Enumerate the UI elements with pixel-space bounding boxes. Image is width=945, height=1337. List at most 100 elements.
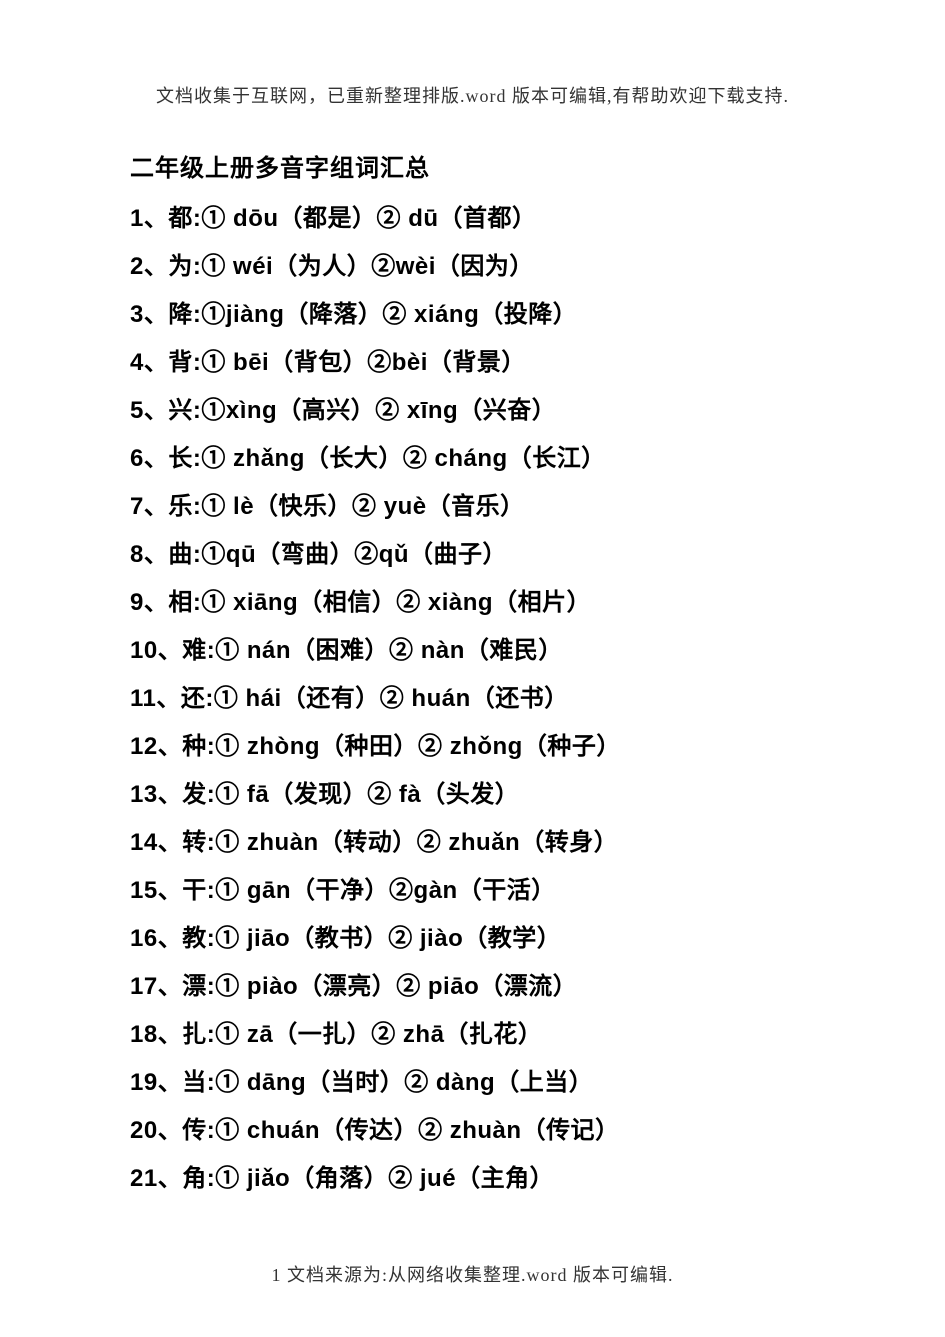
word-two: 曲子 [434,541,483,568]
word-two: 漂流 [504,973,553,1000]
entry-number: 3 [130,301,144,328]
entry-character: 都 [168,205,193,232]
circled-one-icon: ① [215,1069,240,1096]
pinyin-one: gān [247,877,291,904]
circled-two-icon: ② [352,493,377,520]
word-one: 快乐 [279,493,328,520]
circled-one-icon: ① [214,685,239,712]
word-one: 相信 [323,589,372,616]
pinyin-one: jiāo [247,925,290,952]
entry-character: 当 [182,1069,207,1096]
pinyin-one: qū [226,541,256,568]
word-two: 首都 [463,205,512,232]
entry-character: 传 [182,1117,207,1144]
circled-two-icon: ② [404,1069,429,1096]
circled-two-icon: ② [418,1117,443,1144]
circled-two-icon: ② [367,781,392,808]
entry-character: 相 [168,589,193,616]
entry-number: 4 [130,349,144,376]
pinyin-one: zhòng [247,733,320,760]
word-two: 兴奋 [483,397,532,424]
pinyin-two: xīng [407,397,458,424]
circled-two-icon: ② [388,925,413,952]
word-two: 转身 [545,829,594,856]
entry-number: 14 [130,829,158,856]
entry-character: 背 [168,349,193,376]
pinyin-two: dàng [436,1069,495,1096]
word-one: 都是 [303,205,352,232]
word-one: 种田 [345,733,394,760]
entry-row: 10、难:① nán（困难）② nàn（难民） [130,627,815,675]
pinyin-one: chuán [247,1117,320,1144]
pinyin-one: dōu [233,205,278,232]
word-two: 扎花 [469,1021,518,1048]
entry-character: 漂 [182,973,207,1000]
circled-two-icon: ② [396,973,421,1000]
entry-number: 13 [130,781,158,808]
word-two: 教学 [488,925,537,952]
entry-character: 扎 [182,1021,207,1048]
pinyin-one: xiāng [233,589,298,616]
pinyin-two: huán [411,685,470,712]
entry-row: 14、转:① zhuàn（转动）② zhuǎn（转身） [130,819,815,867]
circled-two-icon: ② [418,733,443,760]
circled-two-icon: ② [388,1165,413,1192]
circled-two-icon: ② [389,877,414,904]
pinyin-two: zhā [403,1021,445,1048]
circled-one-icon: ① [215,1165,240,1192]
footer-note: 1 文档来源为:从网络收集整理.word 版本可编辑. [0,1261,945,1287]
pinyin-two: piāo [428,973,479,1000]
word-two: 背景 [452,349,501,376]
entry-row: 4、背:① bēi（背包）②bèi（背景） [130,339,815,387]
entry-character: 长 [168,445,193,472]
entry-row: 12、种:① zhòng（种田）② zhǒng（种子） [130,723,815,771]
pinyin-two: zhuàn [450,1117,522,1144]
word-two: 因为 [460,253,509,280]
circled-one-icon: ① [201,589,226,616]
entries-list: 1、都:① dōu（都是）② dū（首都）2、为:① wéi（为人）②wèi（因… [130,195,815,1203]
entry-row: 6、长:① zhǎng（长大）② cháng（长江） [130,435,815,483]
circled-one-icon: ① [201,205,226,232]
entry-character: 难 [182,637,207,664]
word-one: 转动 [343,829,392,856]
pinyin-two: qǔ [379,541,409,568]
entry-row: 7、乐:① lè（快乐）② yuè（音乐） [130,483,815,531]
circled-two-icon: ② [389,637,414,664]
pinyin-two: xiàng [428,589,493,616]
circled-one-icon: ① [201,349,226,376]
word-one: 传达 [345,1117,394,1144]
word-one: 弯曲 [281,541,330,568]
document-page: 文档收集于互联网，已重新整理排版.word 版本可编辑,有帮助欢迎下载支持. 二… [0,0,945,1203]
word-one: 漂亮 [323,973,372,1000]
entry-number: 12 [130,733,158,760]
entry-row: 13、发:① fā（发现）② fà（头发） [130,771,815,819]
word-one: 高兴 [302,397,351,424]
word-one: 教书 [315,925,364,952]
pinyin-one: nán [247,637,291,664]
entry-number: 19 [130,1069,158,1096]
entry-row: 9、相:① xiāng（相信）② xiàng（相片） [130,579,815,627]
word-two: 种子 [547,733,596,760]
pinyin-one: fā [247,781,269,808]
circled-one-icon: ① [201,397,226,424]
word-two: 传记 [546,1117,595,1144]
circled-one-icon: ① [215,1117,240,1144]
entry-row: 11、还:① hái（还有）② huán（还书） [130,675,815,723]
pinyin-one: jiǎo [247,1165,290,1192]
pinyin-two: cháng [435,445,508,472]
pinyin-two: xiáng [414,301,479,328]
entry-character: 干 [182,877,207,904]
pinyin-one: xìng [226,397,277,424]
circled-two-icon: ② [371,253,396,280]
word-two: 主角 [481,1165,530,1192]
pinyin-one: jiàng [226,301,285,328]
word-one: 长大 [329,445,378,472]
entry-number: 15 [130,877,158,904]
entry-number: 7 [130,493,144,520]
entry-number: 20 [130,1117,158,1144]
circled-two-icon: ② [382,301,407,328]
circled-two-icon: ② [375,397,400,424]
circled-one-icon: ① [201,493,226,520]
word-one: 降落 [309,301,358,328]
entry-number: 10 [130,637,158,664]
